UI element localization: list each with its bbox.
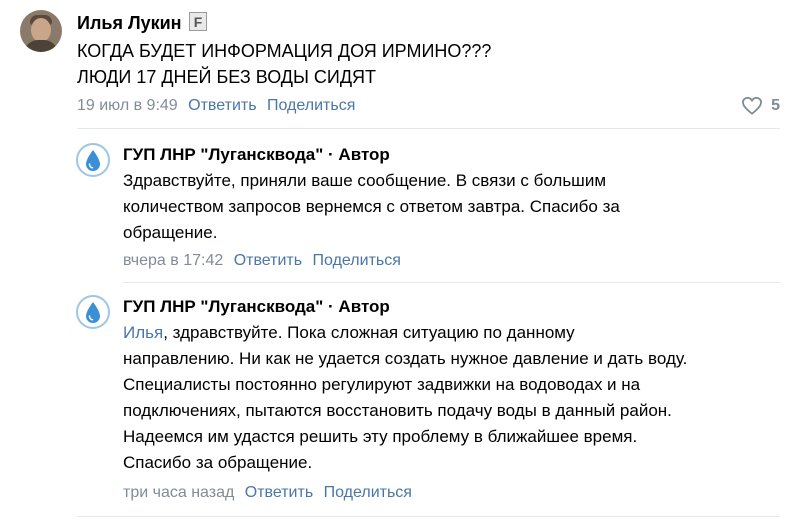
reply-text: Илья, здравствуйте. Пока сложная ситуаци…	[123, 320, 687, 476]
comment-item: Илья Лукин F КОГДА БУДЕТ ИНФОРМАЦИЯ ДОЯ …	[0, 0, 800, 140]
comment-text-line: ЛЮДИ 17 ДНЕЙ БЕЗ ВОДЫ СИДЯТ	[77, 67, 377, 87]
reply-text-line: Илья, здравствуйте. Пока сложная ситуаци…	[123, 320, 687, 346]
share-button[interactable]: Поделиться	[267, 97, 355, 114]
reply-timestamp[interactable]: вчера в 17:42	[123, 252, 223, 269]
heart-icon	[742, 96, 763, 115]
reply-text-line: направлению. Ни как не удается создать н…	[123, 349, 688, 368]
like-count: 5	[771, 96, 780, 114]
avatar-shirt	[24, 40, 58, 52]
comment-meta: 19 июл в 9:49 Ответить Поделиться	[77, 97, 355, 115]
reply-text: Здравствуйте, приняли ваше сообщение. В …	[123, 168, 620, 246]
reply-meta: три часа назад Ответить Поделиться	[123, 484, 412, 502]
comment-text: КОГДА БУДЕТ ИНФОРМАЦИЯ ДОЯ ИРМИНО??? ЛЮД…	[77, 38, 491, 90]
reply-author[interactable]: ГУП ЛНР "Лугансквода" · Автор	[123, 297, 390, 317]
water-drop-icon	[86, 150, 100, 171]
comment-timestamp[interactable]: 19 июл в 9:49	[77, 97, 178, 114]
author-role: · Автор	[323, 297, 390, 316]
reply-button[interactable]: Ответить	[188, 97, 256, 114]
reply-item: ГУП ЛНР "Лугансквода" · Автор Здравствуй…	[0, 140, 800, 290]
author-role: · Автор	[323, 145, 390, 164]
reply-author-name[interactable]: ГУП ЛНР "Лугансквода"	[123, 145, 323, 164]
reply-text-line: количеством запросов вернемся с ответом …	[123, 197, 620, 216]
reply-author[interactable]: ГУП ЛНР "Лугансквода" · Автор	[123, 145, 390, 165]
water-drop-icon	[86, 302, 100, 323]
reply-text-line: Надеемся им удастся решить эту проблему …	[123, 427, 638, 446]
reply-text-line: обращение.	[123, 223, 218, 242]
reply-text-line: Специалисты постоянно регулируют задвижк…	[123, 375, 641, 394]
reply-text-fragment: , здравствуйте. Пока сложная ситуацию по…	[163, 323, 575, 342]
reply-button[interactable]: Ответить	[245, 484, 313, 501]
reply-button[interactable]: Ответить	[234, 252, 302, 269]
reply-text-line: Здравствуйте, приняли ваше сообщение. В …	[123, 171, 607, 190]
reply-timestamp[interactable]: три часа назад	[123, 484, 234, 501]
divider	[77, 516, 780, 517]
divider	[123, 282, 780, 283]
share-button[interactable]: Поделиться	[324, 484, 412, 501]
mention-link[interactable]: Илья	[123, 323, 163, 342]
user-avatar[interactable]	[20, 10, 62, 52]
reply-meta: вчера в 17:42 Ответить Поделиться	[123, 252, 401, 270]
reply-item: ГУП ЛНР "Лугансквода" · Автор Илья, здра…	[0, 292, 800, 512]
user-badge: F	[189, 12, 207, 31]
reply-author-name[interactable]: ГУП ЛНР "Лугансквода"	[123, 297, 323, 316]
comment-author-name[interactable]: Илья Лукин	[77, 13, 182, 34]
reply-text-line: подключениях, пытаются восстановить пода…	[123, 401, 672, 420]
divider	[77, 128, 780, 129]
org-avatar[interactable]	[76, 143, 110, 177]
org-avatar[interactable]	[76, 295, 110, 329]
share-button[interactable]: Поделиться	[313, 252, 401, 269]
avatar-face	[31, 18, 51, 42]
comment-text-line: КОГДА БУДЕТ ИНФОРМАЦИЯ ДОЯ ИРМИНО???	[77, 41, 492, 61]
like-button[interactable]: 5	[741, 96, 780, 115]
reply-text-line: Спасибо за обращение.	[123, 453, 313, 472]
